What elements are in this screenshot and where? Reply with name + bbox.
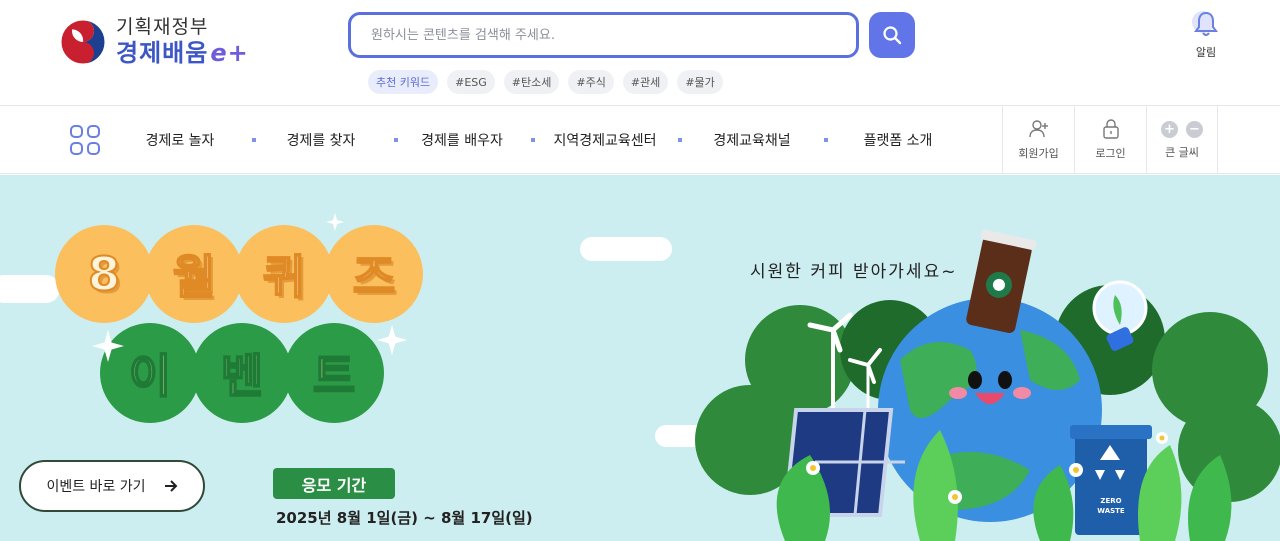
banner-title-line1: 8 월 퀴 즈	[55, 225, 423, 323]
keywords-label: 추천 키워드	[368, 70, 439, 94]
alarm-button[interactable]: 알림	[1184, 8, 1228, 60]
taegeuk-emblem-icon	[60, 19, 106, 64]
recommended-keywords: 추천 키워드 #ESG #탄소세 #주식 #관세 #물가	[368, 70, 723, 94]
nav-item-learn[interactable]: 경제를 배우자	[398, 130, 526, 150]
signup-button[interactable]: 회원가입	[1002, 106, 1074, 174]
alarm-label: 알림	[1195, 46, 1217, 59]
keyword-chip[interactable]: #ESG	[447, 70, 495, 94]
brand-suffix: e+	[210, 39, 249, 67]
all-menu-grid-icon[interactable]	[70, 125, 100, 155]
sparkle-icon	[92, 330, 124, 362]
zero-waste-text: ZERO	[1100, 497, 1121, 505]
zero-waste-text: WASTE	[1097, 507, 1125, 515]
login-button[interactable]: 로그인	[1074, 106, 1146, 174]
eco-earth-illustration: ZERO WASTE	[695, 230, 1280, 541]
title-char: 월	[145, 225, 243, 323]
apply-period-date: 2025년 8월 1일(금) ~ 8월 17일(일)	[276, 509, 533, 527]
search-box	[348, 12, 859, 58]
brand-name: 경제배움e+	[116, 39, 249, 67]
ministry-name: 기획재정부	[116, 16, 209, 38]
cloud-decoration	[0, 275, 60, 303]
cloud-decoration	[580, 237, 672, 261]
font-decrease-icon[interactable]: −	[1186, 120, 1203, 138]
apply-period-badge: 응모 기간	[273, 468, 395, 499]
sparkle-icon	[326, 213, 344, 231]
login-label: 로그인	[1095, 147, 1126, 160]
site-header: 기획재정부 경제배움e+ 추천 키워드 #ESG #탄소세 #주식 #관세 #물…	[0, 0, 1280, 106]
keyword-chip[interactable]: #탄소세	[503, 70, 560, 94]
signup-label: 회원가입	[1018, 147, 1059, 160]
arrow-right-icon	[164, 480, 177, 492]
nav-item-find[interactable]: 경제를 찾자	[256, 130, 386, 150]
sparkle-icon	[377, 325, 407, 355]
search-icon	[883, 26, 902, 45]
keyword-chip[interactable]: #주식	[568, 70, 614, 94]
nav-item-platform-intro[interactable]: 플랫폼 소개	[828, 130, 968, 150]
event-banner[interactable]: 8 월 퀴 즈 이 벤 트 이벤트 바로 가기 응모 기간 2025년 8월 1…	[0, 175, 1280, 541]
nav-tools: 회원가입 로그인 + − 큰 글씨	[1002, 106, 1218, 174]
search-input[interactable]	[351, 15, 856, 55]
title-char: 퀴	[235, 225, 333, 323]
event-link-label: 이벤트 바로 가기	[46, 479, 146, 495]
nav-menu: 경제로 놀자 경제를 찾자 경제를 배우자 지역경제교육센터 경제교육채널 플랫…	[120, 106, 968, 174]
search-button[interactable]	[869, 12, 915, 58]
font-size-control: + − 큰 글씨	[1146, 106, 1218, 174]
nav-item-channel[interactable]: 경제교육채널	[682, 130, 822, 150]
font-size-label: 큰 글씨	[1165, 145, 1199, 159]
nav-item-play[interactable]: 경제로 놀자	[120, 130, 240, 150]
keyword-chip[interactable]: #물가	[677, 70, 723, 94]
bell-icon	[1192, 11, 1218, 36]
event-link-button[interactable]: 이벤트 바로 가기	[19, 460, 205, 512]
title-char: 벤	[192, 323, 292, 423]
nav-item-regional-center[interactable]: 지역경제교육센터	[535, 130, 675, 150]
site-logo[interactable]: 기획재정부 경제배움e+	[60, 18, 249, 65]
font-increase-icon[interactable]: +	[1161, 120, 1178, 138]
keyword-chip[interactable]: #관세	[622, 70, 669, 94]
title-char: 트	[284, 323, 384, 423]
banner-title-line2: 이 벤 트	[100, 323, 384, 423]
title-char: 8	[55, 225, 153, 323]
lock-icon	[1102, 119, 1119, 139]
user-add-icon	[1028, 120, 1048, 138]
main-nav: 경제로 놀자 경제를 찾자 경제를 배우자 지역경제교육센터 경제교육채널 플랫…	[0, 106, 1280, 174]
title-char: 즈	[325, 225, 423, 323]
